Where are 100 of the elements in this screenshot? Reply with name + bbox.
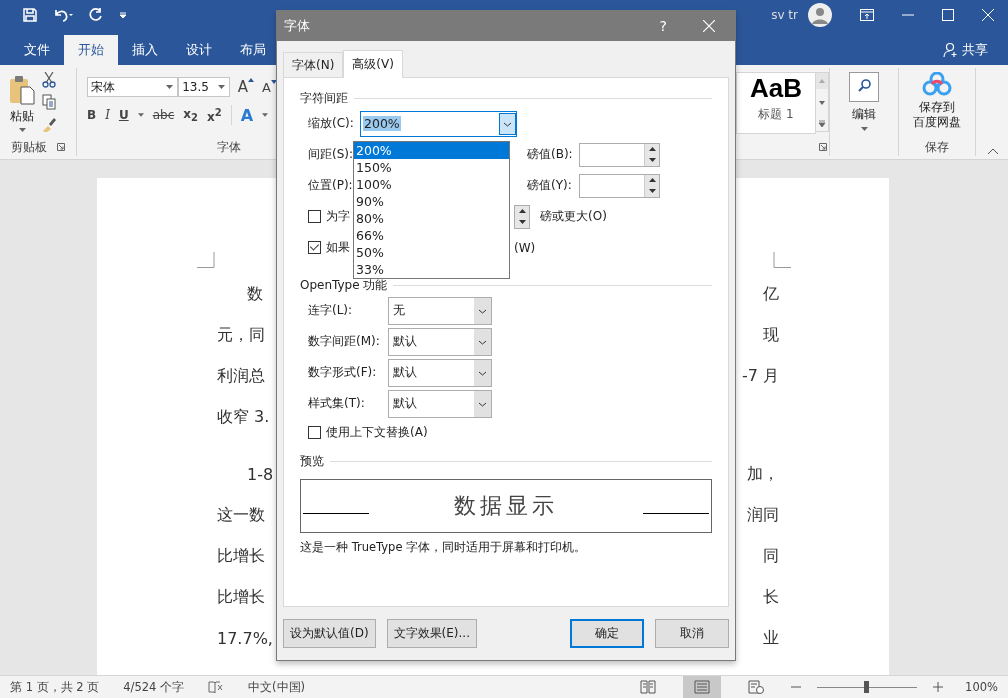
superscript-button[interactable]: x$^{2}$ — [206, 106, 222, 124]
customize-caret-icon[interactable] — [118, 10, 128, 20]
document-text: 亿 — [763, 284, 779, 305]
group-label: 剪贴板 — [11, 138, 47, 156]
paste-button[interactable]: 粘贴 — [8, 72, 36, 138]
caret-icon — [271, 79, 277, 84]
font-name-box[interactable]: 宋体 — [87, 77, 179, 97]
dialog-button[interactable]: 文字效果(E)... — [386, 619, 477, 648]
shrink-font-button[interactable]: A — [262, 79, 277, 95]
checkbox-label: (W) — [514, 240, 536, 255]
font-size-box[interactable]: 13.5 — [178, 77, 230, 97]
document-text: 元，同 — [217, 325, 265, 346]
document-text: -7 月 — [741, 366, 779, 387]
undo-icon[interactable] — [52, 7, 74, 23]
dropdown[interactable]: 默认 — [388, 327, 492, 356]
document-text: 同 — [763, 546, 779, 567]
scissors-icon[interactable] — [42, 72, 56, 88]
section-heading: 字符间距 — [300, 89, 348, 107]
dropdown-option[interactable]: 80% — [354, 210, 509, 227]
maximize-icon[interactable] — [942, 9, 954, 21]
dialog-button[interactable]: 确定 — [570, 619, 644, 648]
zoom-slider-thumb[interactable] — [864, 680, 870, 693]
kerning-checkbox[interactable]: 为字 — [308, 208, 354, 225]
zoom-level[interactable]: 100% — [965, 680, 998, 694]
share-button[interactable]: 共享 — [943, 35, 988, 65]
help-button[interactable]: ? — [659, 18, 667, 34]
corner-mark-icon — [197, 252, 215, 268]
field-label: 间距(S): — [308, 146, 355, 163]
section-heading: 预览 — [300, 452, 324, 470]
status-text[interactable]: 中文(中国) — [248, 679, 306, 695]
field-label: 磅或更大(O) — [540, 208, 607, 225]
spin-down-icon[interactable] — [648, 189, 656, 193]
status-text[interactable]: 第 1 页，共 2 页 — [10, 679, 100, 695]
dropdown[interactable]: 无 — [388, 296, 492, 325]
close-icon[interactable] — [703, 20, 715, 32]
collapse-ribbon-icon[interactable] — [988, 148, 998, 154]
ribbon-tab[interactable]: 布局 — [226, 35, 280, 65]
copy-icon[interactable] — [42, 94, 56, 110]
save-icon[interactable] — [22, 7, 38, 23]
document-text: 比增长 — [217, 546, 265, 567]
ribbon-tab[interactable]: 开始 — [64, 35, 118, 65]
avatar[interactable] — [808, 3, 832, 27]
style-gallery-item[interactable]: AaB 标题 1 — [736, 72, 816, 134]
document-text: 17.7%, — [217, 629, 273, 648]
dropdown-option[interactable]: 50% — [354, 244, 509, 261]
chevron-icon — [474, 328, 491, 355]
underline-button[interactable]: U — [118, 108, 129, 122]
bold-button[interactable]: B — [87, 108, 97, 122]
contextual-checkbox[interactable]: 使用上下文替换(A) — [308, 423, 428, 441]
dropdown[interactable]: 默认 — [388, 358, 492, 387]
edit-button[interactable]: 编辑 — [849, 72, 879, 131]
dialog-tab[interactable]: 高级(V) — [343, 50, 403, 78]
paintbrush-icon[interactable] — [42, 116, 56, 132]
text-effects-button[interactable]: A — [240, 105, 254, 125]
field-label: 位置(P): — [308, 177, 354, 194]
search-icon — [849, 72, 879, 102]
print-layout-button[interactable] — [683, 676, 722, 698]
ribbon-tab[interactable]: 设计 — [172, 35, 226, 65]
spin-field[interactable] — [579, 173, 660, 198]
dialog-launcher-icon[interactable] — [819, 143, 827, 151]
chevron-icon — [474, 390, 491, 417]
dropdown-option[interactable]: 90% — [354, 193, 509, 210]
caret-icon[interactable] — [262, 113, 269, 117]
dialog-button[interactable]: 取消 — [655, 619, 729, 648]
zoom-in-icon[interactable] — [933, 682, 944, 692]
redo-icon[interactable] — [88, 7, 104, 23]
dropdown[interactable]: 默认 — [388, 389, 492, 418]
caret-icon[interactable] — [137, 113, 144, 117]
italic-button[interactable]: I — [105, 108, 110, 122]
dropdown-option[interactable]: 100% — [354, 176, 509, 193]
ribbon-tab[interactable]: 插入 — [118, 35, 172, 65]
grid-checkbox[interactable]: 如果 — [308, 239, 354, 256]
dialog-button[interactable]: 设为默认值(D) — [283, 619, 376, 648]
spin-field[interactable] — [579, 142, 660, 167]
dropdown-option[interactable]: 200% — [354, 142, 509, 159]
grow-font-button[interactable]: A — [237, 78, 255, 96]
scale-combo[interactable]: 200% — [360, 110, 517, 137]
subscript-button[interactable]: x$_{2}$ — [183, 106, 198, 124]
dialog-tab[interactable]: 字体(N) — [283, 52, 344, 77]
document-text: 收窄 3. — [217, 407, 270, 428]
spin-up-icon[interactable] — [648, 147, 656, 151]
dropdown-option[interactable]: 33% — [354, 261, 509, 278]
close-icon[interactable] — [982, 9, 994, 21]
dropdown-option[interactable]: 150% — [354, 159, 509, 176]
spin-buttons[interactable] — [514, 204, 530, 229]
chevron-icon — [474, 297, 491, 324]
user-name[interactable]: sv tr — [771, 8, 798, 22]
dialog-launcher-icon[interactable] — [57, 143, 65, 151]
spin-up-icon[interactable] — [648, 178, 656, 182]
document-text: 比增长 — [217, 587, 265, 608]
status-text[interactable]: 4/524 个字 — [123, 679, 185, 695]
dropdown-option[interactable]: 66% — [354, 227, 509, 244]
spin-down-icon[interactable] — [648, 158, 656, 162]
ribbon-tab[interactable]: 文件 — [10, 35, 64, 65]
save-to-cloud-button[interactable]: 保存到 百度网盘 — [913, 72, 961, 130]
book-icon — [640, 680, 657, 694]
field-label: 磅值(Y): — [527, 177, 573, 194]
strikethrough-button[interactable]: abc — [152, 108, 175, 122]
ribbon-display-icon[interactable] — [860, 9, 874, 21]
proofing-icon[interactable] — [208, 680, 225, 694]
